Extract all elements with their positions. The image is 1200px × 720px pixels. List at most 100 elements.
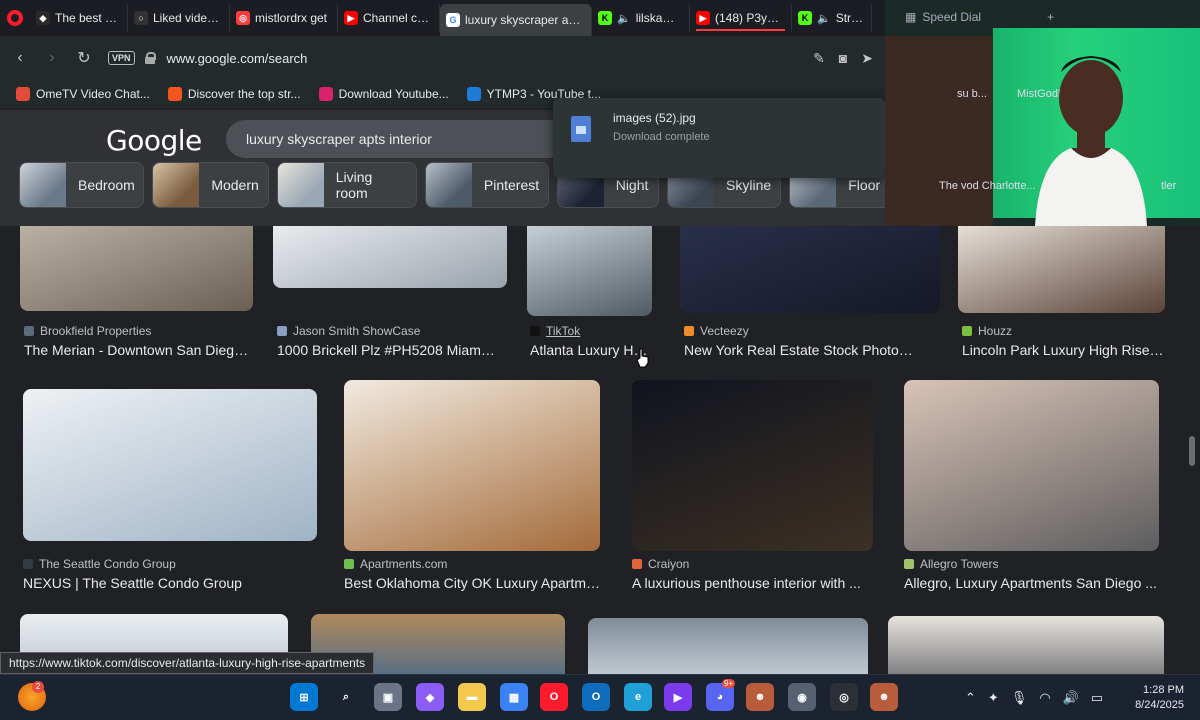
camera-app-icon[interactable]: ◉: [788, 683, 816, 711]
obs-icon[interactable]: ◎: [830, 683, 858, 711]
media-progress-bar: [696, 29, 785, 31]
copilot-icon[interactable]: ◆: [416, 683, 444, 711]
tab-6[interactable]: K 🔈 lilskamlive: [592, 4, 690, 32]
result-title[interactable]: New York Real Estate Stock Photos ...: [684, 342, 916, 358]
chevron-up-icon[interactable]: ⌃: [965, 690, 976, 706]
result-image[interactable]: [588, 618, 868, 674]
chip-bedroom[interactable]: Bedroom: [19, 162, 145, 208]
result-image[interactable]: [680, 226, 940, 313]
result-image[interactable]: [904, 380, 1159, 551]
result-title[interactable]: A luxurious penthouse interior with ...: [632, 575, 872, 591]
reload-button[interactable]: ↻: [70, 44, 98, 72]
chip-label: Night: [615, 177, 649, 193]
wifi-icon[interactable]: ◠: [1039, 690, 1050, 706]
mouse-cursor-icon: [636, 348, 649, 368]
result-image[interactable]: [273, 226, 507, 288]
result-image[interactable]: [632, 380, 873, 551]
lock-icon[interactable]: [144, 52, 156, 64]
avatar-app-icon[interactable]: ☻: [746, 683, 774, 711]
page-scrollbar[interactable]: [1189, 436, 1195, 466]
vpn-badge[interactable]: VPN: [108, 51, 135, 65]
result-source[interactable]: Houzz: [962, 324, 1012, 338]
result-image[interactable]: [888, 616, 1164, 674]
task-view-icon[interactable]: ▣: [374, 683, 402, 711]
bookmark-favicon-icon: [466, 87, 481, 101]
tab-7[interactable]: ▶ (148) P3yne -: [690, 4, 792, 32]
opera-menu-button[interactable]: [0, 0, 30, 36]
tab-favicon-icon: ▶: [344, 11, 358, 25]
tab-5[interactable]: Gluxury skyscraper apts in: [440, 4, 592, 36]
tab-4[interactable]: ▶ Channel conter: [338, 4, 440, 32]
result-title[interactable]: NEXUS | The Seattle Condo Group: [23, 575, 313, 591]
battery-icon[interactable]: ▭: [1091, 690, 1103, 706]
result-title[interactable]: 1000 Brickell Plz #PH5208 Miami, ...: [277, 342, 497, 358]
source-favicon-icon: [632, 559, 642, 569]
result-image[interactable]: [958, 226, 1165, 313]
bookmark-1[interactable]: OmeTV Video Chat...: [10, 87, 156, 101]
tab-8[interactable]: K 🔈 Stream -: [792, 4, 872, 32]
new-tab-button[interactable]: +: [1047, 10, 1054, 24]
result-image[interactable]: [20, 226, 253, 311]
tab-2[interactable]: ○ Liked videos -: [128, 4, 230, 32]
tab-3[interactable]: ◎ mistlordrx get: [230, 4, 338, 32]
file-explorer-icon[interactable]: ▬: [458, 683, 486, 711]
forward-button[interactable]: ›: [38, 44, 66, 72]
download-popup[interactable]: images (52).jpg Download complete: [553, 98, 885, 178]
google-logo[interactable]: Google: [106, 124, 202, 157]
bookmark-3[interactable]: Download Youtube...: [313, 87, 455, 101]
speaker-icon[interactable]: 🔈: [817, 12, 831, 25]
source-label: Jason Smith ShowCase: [293, 324, 421, 338]
chip-pinterest[interactable]: Pinterest: [424, 162, 549, 208]
chip-thumbnail: [153, 163, 200, 207]
start-button[interactable]: ⊞: [290, 683, 318, 711]
camera-icon[interactable]: ◙: [839, 50, 847, 67]
taskbar-clock[interactable]: 1:28 PM 8/24/2025: [1135, 683, 1184, 713]
edge-icon[interactable]: e: [624, 683, 652, 711]
speaker-icon[interactable]: 🔈: [617, 12, 631, 25]
address-bar-actions: ✎ ◙ ➤: [813, 50, 873, 67]
store-icon[interactable]: ▦: [500, 683, 528, 711]
address-bar: ‹ › ↻ VPN www.google.com/search ✎ ◙ ➤: [0, 36, 885, 80]
bookmark-2[interactable]: Discover the top str...: [162, 87, 307, 101]
notification-badge: 2: [32, 681, 44, 693]
source-favicon-icon: [530, 326, 540, 336]
result-title[interactable]: Lincoln Park Luxury High Rise ...: [962, 342, 1164, 358]
result-source[interactable]: Craiyon: [632, 557, 689, 571]
source-label: Craiyon: [648, 557, 690, 571]
opera-taskbar-icon[interactable]: O: [540, 683, 568, 711]
image-results: Brookfield Properties The Merian - Downto…: [0, 226, 1200, 674]
result-source[interactable]: Apartments.com: [344, 557, 447, 571]
volume-icon[interactable]: 🔊: [1063, 690, 1079, 706]
tab-favicon-icon: ▶: [696, 11, 710, 25]
url-field[interactable]: www.google.com/search: [167, 51, 810, 66]
edit-icon[interactable]: ✎: [813, 50, 825, 67]
source-label: Allegro Towers: [920, 557, 999, 571]
tab-1[interactable]: ◆ The best ChatB: [30, 4, 128, 32]
app-tray-icon[interactable]: ✦: [988, 690, 999, 706]
result-source[interactable]: TikTok: [530, 324, 580, 338]
result-image[interactable]: [23, 389, 317, 541]
result-title[interactable]: The Merian - Downtown San Diego ...: [24, 342, 252, 358]
avatar-app-2-icon[interactable]: ☻: [870, 683, 898, 711]
clipchamp-icon[interactable]: ▶: [664, 683, 692, 711]
result-title[interactable]: Allegro, Luxury Apartments San Diego ...: [904, 575, 1159, 591]
tab-favicon-icon: K: [798, 11, 812, 25]
back-button[interactable]: ‹: [6, 44, 34, 72]
send-icon[interactable]: ➤: [861, 50, 873, 67]
result-title[interactable]: Best Oklahoma City OK Luxury Apartme...: [344, 575, 600, 591]
result-image[interactable]: [344, 380, 600, 551]
speed-dial-tab[interactable]: ▦ Speed Dial +: [905, 10, 1054, 24]
chip-modern[interactable]: Modern: [152, 162, 269, 208]
result-source[interactable]: The Seattle Condo Group: [23, 557, 176, 571]
microphone-icon[interactable]: 🎙: [1011, 690, 1028, 706]
result-source[interactable]: Jason Smith ShowCase: [277, 324, 420, 338]
download-filename[interactable]: images (52).jpg: [613, 111, 696, 125]
result-image[interactable]: [527, 226, 652, 316]
search-icon[interactable]: ⌕: [332, 683, 360, 711]
result-source[interactable]: Vecteezy: [684, 324, 749, 338]
result-title[interactable]: Atlanta Luxury Hig...: [530, 342, 650, 358]
result-source[interactable]: Brookfield Properties: [24, 324, 151, 338]
chip-living-room[interactable]: Living room: [276, 162, 417, 208]
result-source[interactable]: Allegro Towers: [904, 557, 998, 571]
outlook-icon[interactable]: O: [582, 683, 610, 711]
